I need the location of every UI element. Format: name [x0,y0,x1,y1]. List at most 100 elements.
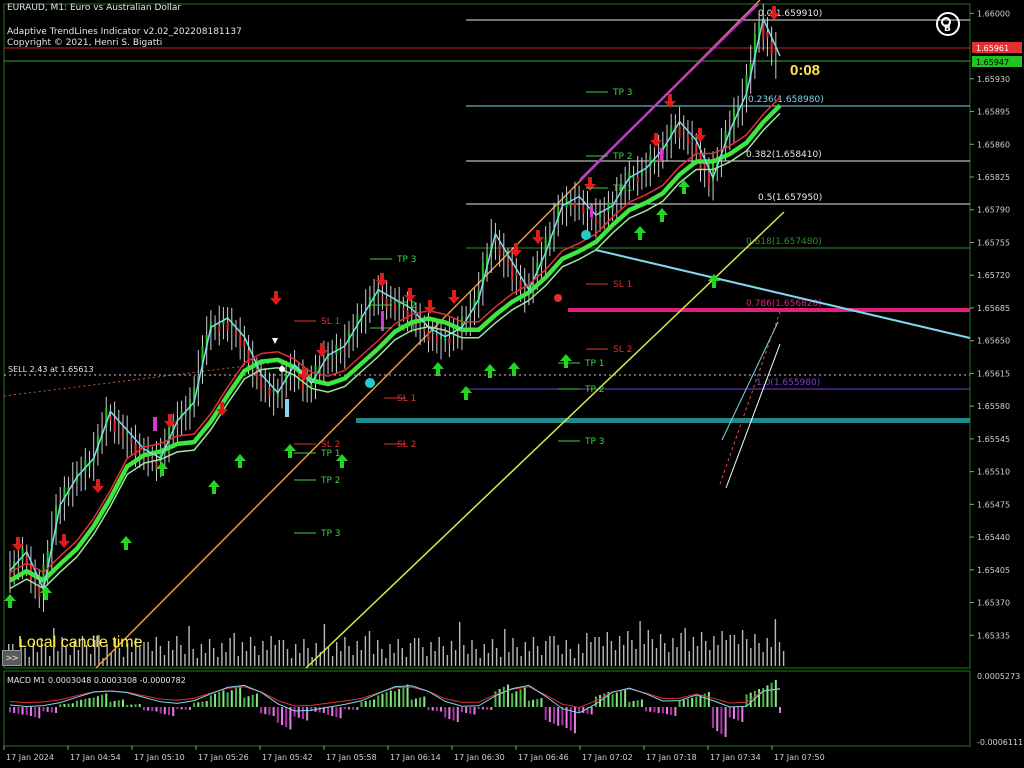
price-tick-label: 1.65580 [977,402,1010,411]
candle-body [281,389,284,391]
volume-bar [213,648,215,666]
macd-bar [695,696,698,707]
candle-body [130,438,133,444]
volume-bar [684,628,686,666]
time-tick-label: 17 Jan 2024 [6,753,54,762]
volume-bar [569,649,572,666]
trade-level-label: SL 1 [397,394,416,404]
scroll-to-end-button[interactable]: >> [2,650,22,666]
macd-bar [389,690,392,707]
macd-bar [80,699,83,707]
volume-bar [655,648,658,666]
macd-bar [368,700,371,707]
macd-bar [88,698,91,707]
macd-bar [628,701,631,707]
trade-level-label: TP 3 [612,88,633,98]
volume-bar [692,637,695,666]
macd-bar [469,707,472,714]
volume-bar [172,650,174,666]
macd-bar [410,699,413,707]
volume-bar [336,642,338,666]
time-tick-label: 17 Jan 06:46 [518,753,569,762]
fib-level-label: 0.382(1.658410) [746,150,822,160]
macd-bar [532,699,535,707]
volume-bar [729,635,731,666]
volume-bar [639,621,641,666]
chart-canvas[interactable]: 1.66000 1.65930 1.65895 1.65860 1.65825 1.657… [0,0,1024,768]
price-tick-label: 1.65755 [977,238,1010,247]
buy-arrow-icon [284,444,296,458]
buy-arrow-icon [484,364,496,378]
trade-level-label: TP 1 [320,449,341,459]
signal-bar-marker [153,417,157,431]
volume-bar [340,651,342,666]
bar-countdown-timer: 0:08 [790,62,821,79]
volume-bar [57,651,59,666]
macd-bar [519,689,522,707]
candle-body [431,332,434,334]
macd-tick-label: 0.0005273 [977,672,1020,681]
volume-bar [385,658,387,666]
signal-dot-marker [581,230,591,240]
projection-white-line [725,343,781,489]
macd-bar [134,704,137,707]
volume-bar [286,649,289,666]
volume-bar [368,631,371,666]
macd-bar [486,707,489,710]
volume-bar [413,638,416,666]
macd-bar [364,701,367,707]
macd-bar [63,704,66,707]
volume-bar [491,639,494,666]
volume-bar [180,645,182,666]
sell-arrow-icon [404,288,416,302]
volume-bar [647,630,649,666]
price-tick-label: 1.65335 [977,631,1010,640]
volume-bar [606,632,608,666]
macd-bar [230,690,233,707]
volume-bar [688,651,690,666]
macd-bar [419,697,422,707]
sell-arrow-icon [58,534,70,548]
macd-bar [444,707,447,718]
volume-bar [241,642,244,666]
trade-level-label: SL 2 [321,440,340,450]
candle-body [498,244,501,256]
candle-body [766,32,769,38]
volume-bar [401,648,403,666]
sell-arrow-icon [316,343,328,357]
volume-bar [737,644,740,666]
macd-bar [427,707,430,711]
macd-bar [523,687,526,707]
macd-bar [682,699,685,707]
volume-bar [131,652,133,666]
macd-bar [373,699,376,707]
macd-bar [594,696,597,707]
macd-bar [9,707,11,713]
volume-bar [208,639,211,666]
macd-bar [50,707,53,713]
cyan-resistance-line [595,249,971,339]
candle-body [511,265,514,281]
volume-bar [409,643,412,666]
volume-bar [217,657,219,666]
volume-bar [705,641,707,666]
macd-bar [260,707,263,714]
macd-bar [226,692,229,707]
macd-bar [331,707,334,716]
macd-bar [155,707,158,712]
macd-bar [619,690,622,707]
volume-bar [221,643,223,666]
macd-bar [130,704,133,707]
buy-arrow-icon [460,386,472,400]
candle-body [469,317,472,319]
volume-bar [741,630,744,666]
volume-bar [504,629,506,666]
volume-bar [147,642,149,666]
candle-body [561,209,564,212]
macd-bar [770,682,773,707]
volume-bar [565,640,567,666]
volume-bar [323,624,326,666]
candle-body [678,125,681,138]
price-tick-label: 1.65650 [977,337,1010,346]
candle-body [121,429,124,438]
